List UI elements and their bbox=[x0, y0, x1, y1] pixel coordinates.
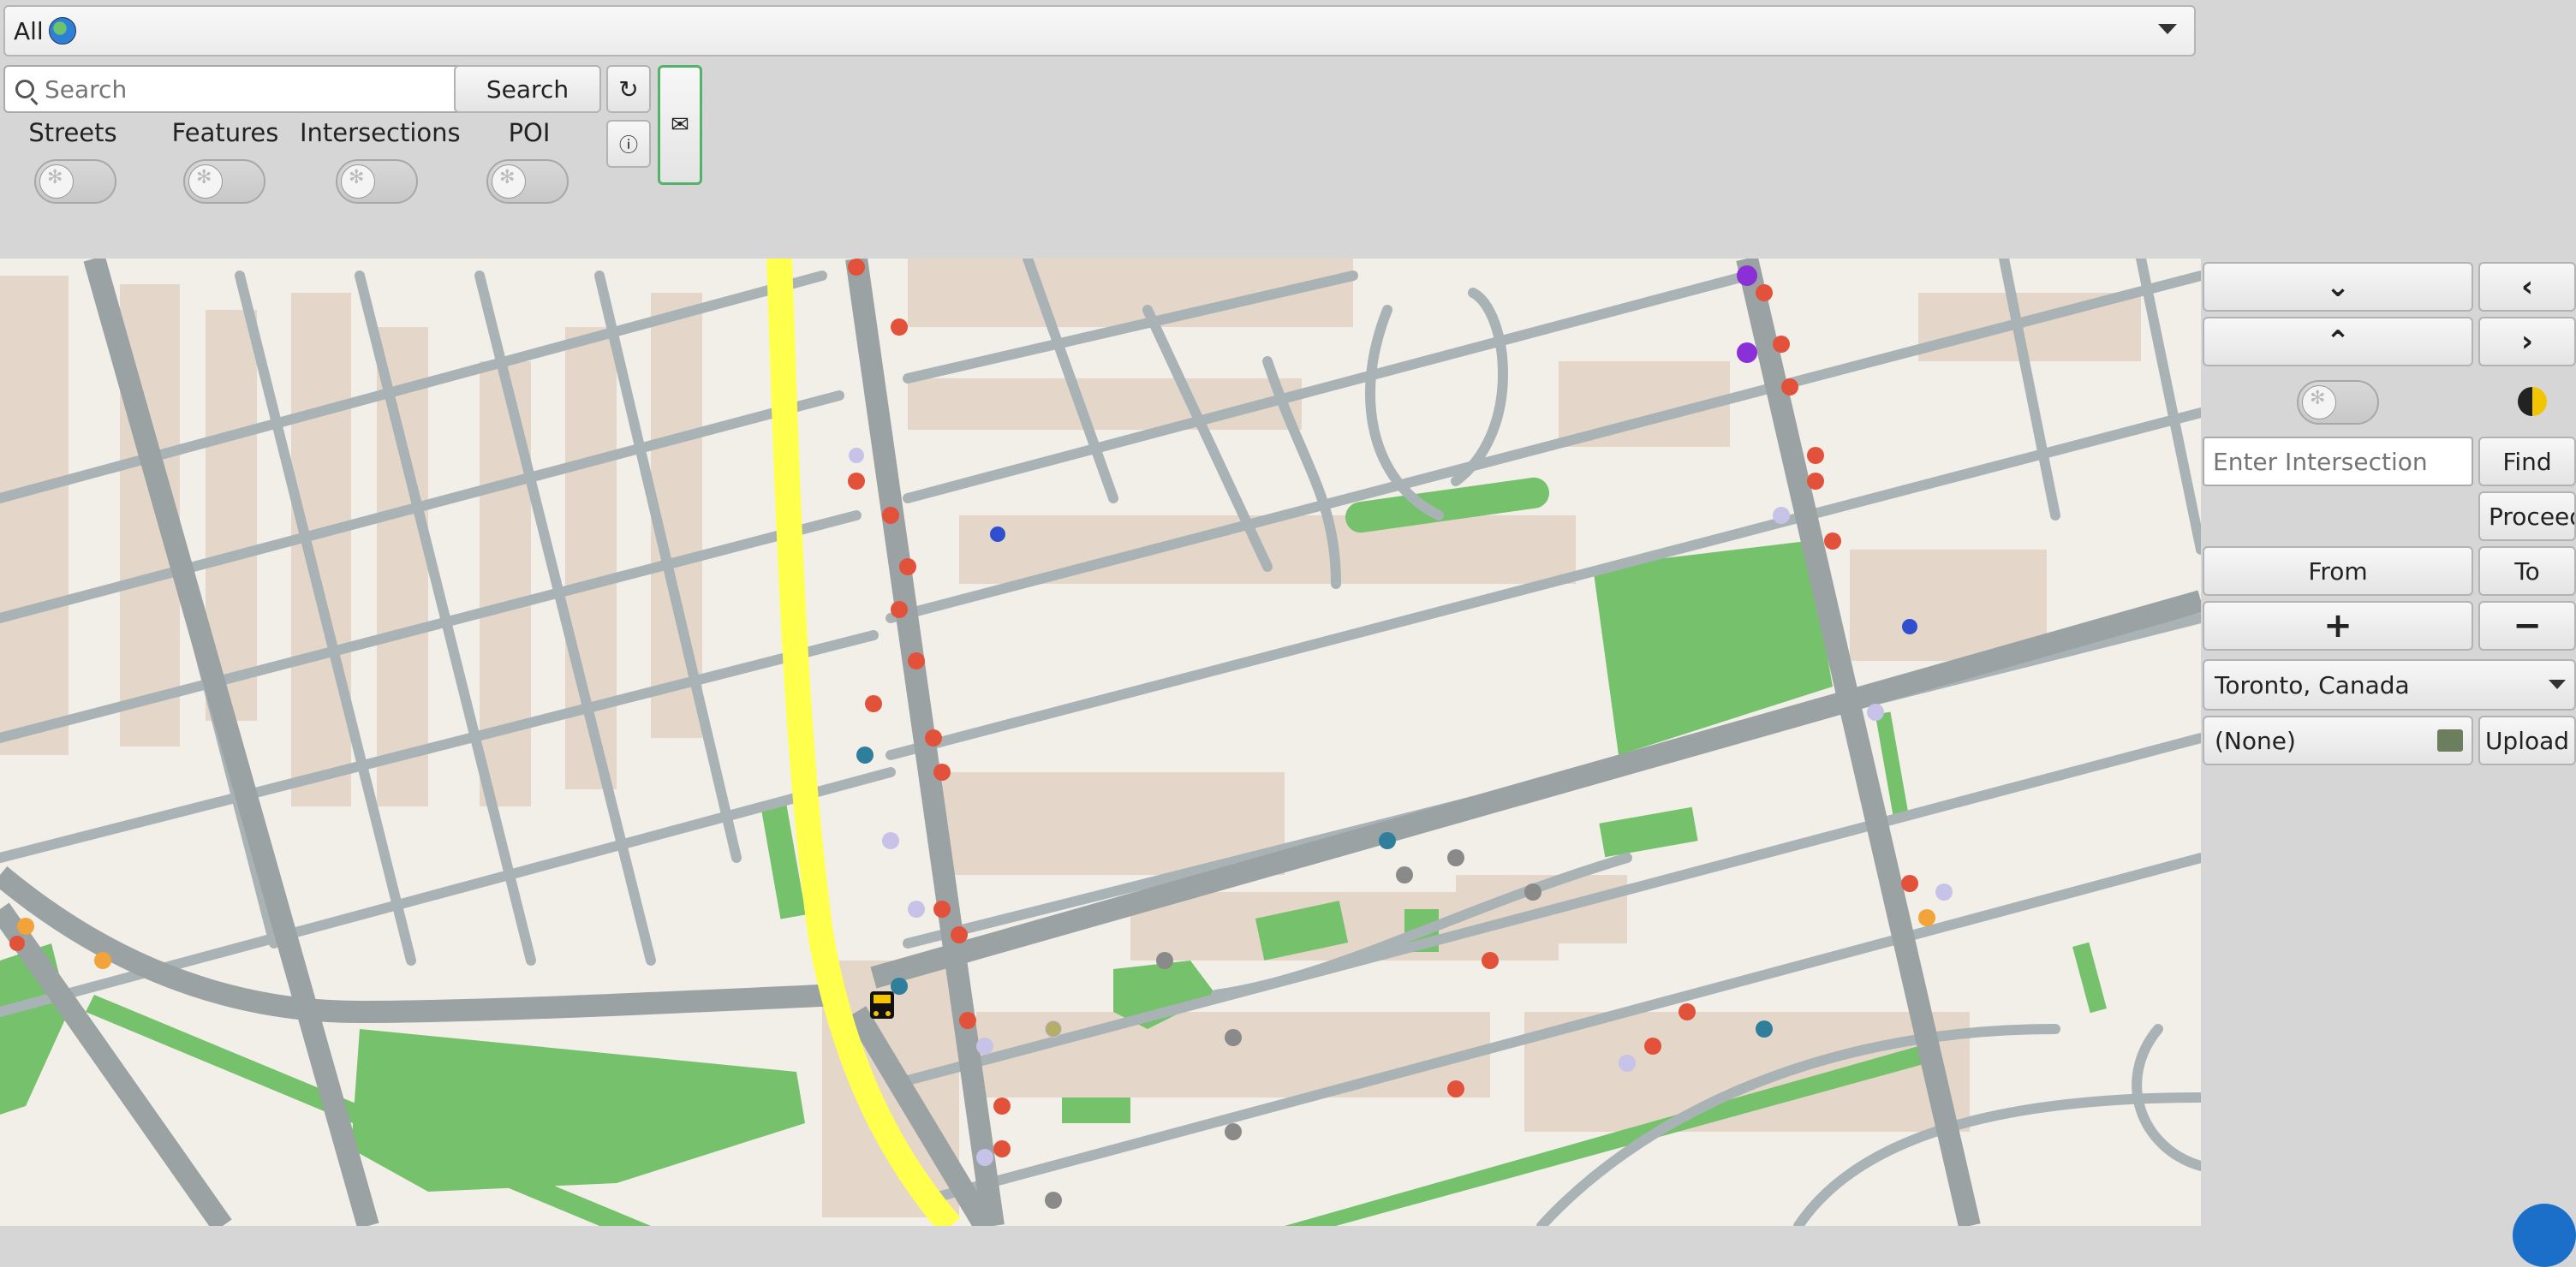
intersections-label: Intersections bbox=[300, 118, 461, 147]
layer-select[interactable]: All bbox=[3, 5, 2196, 57]
map-canvas[interactable] bbox=[0, 259, 2201, 1226]
folder-icon bbox=[2437, 729, 2463, 752]
theme-toggle[interactable] bbox=[2297, 380, 2379, 425]
half-moon-icon bbox=[2518, 387, 2547, 416]
to-button[interactable]: To bbox=[2478, 546, 2576, 596]
chevron-down-icon: ⌄ bbox=[2325, 270, 2351, 304]
city-select[interactable]: Toronto, Canada bbox=[2203, 659, 2576, 711]
toggle-knob bbox=[188, 164, 223, 199]
chevron-right-icon: › bbox=[2520, 324, 2533, 359]
scroll-up-button[interactable]: ⌃ bbox=[2203, 317, 2473, 366]
mail-button[interactable]: ✉ bbox=[658, 65, 702, 185]
chevron-down-icon bbox=[2158, 24, 2177, 34]
map-svg[interactable] bbox=[0, 259, 2201, 1226]
scroll-down-button[interactable]: ⌄ bbox=[2203, 262, 2473, 312]
intersection-field[interactable] bbox=[2203, 437, 2473, 486]
pan-left-button[interactable]: ‹ bbox=[2478, 262, 2576, 312]
features-toggle[interactable] bbox=[183, 159, 265, 204]
find-button[interactable]: Find bbox=[2478, 437, 2576, 486]
bus-icon bbox=[870, 991, 894, 1019]
toggle-knob bbox=[39, 164, 74, 199]
pan-right-button[interactable]: › bbox=[2478, 317, 2576, 366]
info-button[interactable]: ⓘ bbox=[606, 120, 651, 168]
from-button[interactable]: From bbox=[2203, 546, 2473, 596]
chevron-down-icon bbox=[2549, 680, 2566, 689]
intersections-toggle[interactable] bbox=[336, 159, 418, 204]
poi-label: POI bbox=[508, 118, 551, 147]
features-label: Features bbox=[171, 118, 279, 147]
zoom-out-button[interactable]: − bbox=[2478, 601, 2576, 651]
chevron-up-icon: ⌃ bbox=[2325, 324, 2351, 359]
floating-action-button[interactable] bbox=[2513, 1204, 2576, 1267]
toggle-knob bbox=[492, 164, 526, 199]
search-icon bbox=[15, 80, 34, 98]
intersection-input[interactable] bbox=[2211, 446, 2472, 477]
file-select[interactable]: (None) bbox=[2203, 716, 2473, 765]
search-input[interactable] bbox=[43, 74, 423, 104]
chevron-left-icon: ‹ bbox=[2520, 270, 2533, 304]
globe-icon bbox=[48, 17, 76, 45]
toggle-knob bbox=[2302, 385, 2336, 419]
streets-toggle[interactable] bbox=[34, 159, 116, 204]
file-select-value: (None) bbox=[2215, 726, 2296, 755]
poi-toggle[interactable] bbox=[486, 159, 569, 204]
toggle-knob bbox=[341, 164, 375, 199]
streets-label: Streets bbox=[28, 118, 117, 147]
search-input-container[interactable]: ✕ bbox=[3, 65, 493, 113]
upload-button[interactable]: Upload bbox=[2478, 716, 2576, 765]
zoom-in-button[interactable]: + bbox=[2203, 601, 2473, 651]
search-button[interactable]: Search bbox=[454, 65, 601, 113]
proceed-button[interactable]: Proceed bbox=[2478, 491, 2576, 541]
city-select-value: Toronto, Canada bbox=[2215, 670, 2410, 699]
layer-select-value: All bbox=[14, 16, 44, 45]
refresh-button[interactable]: ↻ bbox=[606, 65, 651, 113]
